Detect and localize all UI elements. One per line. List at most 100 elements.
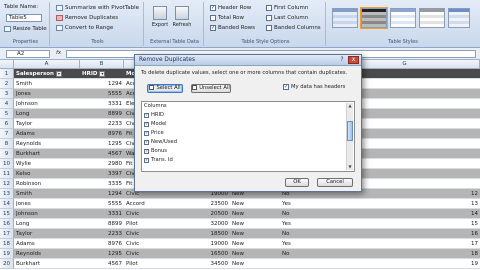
table-cell[interactable]: Pilot (126, 259, 178, 269)
column-checkbox-item[interactable]: ✓ Bonus (144, 147, 167, 155)
columns-scrollbar[interactable]: ▲ ▼ (346, 103, 353, 170)
table-cell[interactable]: Long (16, 109, 78, 119)
table-style-swatch[interactable] (448, 8, 470, 28)
unselect-all-button[interactable]: Unselect All (191, 84, 231, 93)
table-cell[interactable]: New (232, 239, 278, 249)
table-cell[interactable]: 1295 (82, 249, 122, 259)
my-data-has-headers-checkbox[interactable]: ✓ My data has headers (283, 84, 345, 90)
table-cell[interactable]: 4567 (82, 259, 122, 269)
table-cell[interactable]: Smith (16, 79, 78, 89)
table-cell[interactable]: New (232, 219, 278, 229)
table-cell[interactable]: Yes (282, 199, 328, 209)
table-cell[interactable]: 8899 (82, 109, 122, 119)
table-cell[interactable]: New (232, 199, 278, 209)
remove-duplicates-button[interactable]: Remove Duplicates (56, 15, 118, 21)
table-cell[interactable]: Johnson (16, 209, 78, 219)
table-cell[interactable]: Adams (16, 129, 78, 139)
table-cell[interactable]: Robinson (16, 179, 78, 189)
header-cell[interactable]: Salesperson ▾ (16, 69, 78, 79)
table-cell[interactable]: Burkhart (16, 149, 78, 159)
table-cell[interactable]: 1294 (82, 79, 122, 89)
table-cell[interactable]: 16500 (182, 249, 229, 259)
table-cell[interactable]: 23500 (182, 199, 229, 209)
table-style-swatch[interactable] (390, 8, 416, 28)
convert-range-button[interactable]: Convert to Range (56, 25, 113, 31)
table-cell[interactable]: 2233 (82, 229, 122, 239)
scroll-thumb[interactable] (347, 121, 353, 141)
table-cell[interactable]: 4567 (82, 149, 122, 159)
table-style-swatch[interactable] (419, 8, 445, 28)
banded-rows-checkbox[interactable]: ✓ Banded Rows (210, 25, 255, 31)
table-cell[interactable]: Taylor (16, 119, 78, 129)
table-cell[interactable]: 3331 (82, 209, 122, 219)
scroll-down-icon[interactable]: ▼ (347, 164, 353, 170)
close-icon[interactable]: x (348, 56, 359, 64)
table-cell[interactable]: 2233 (82, 119, 122, 129)
column-header[interactable]: A (14, 60, 80, 69)
refresh-button[interactable]: Refresh (172, 6, 192, 36)
table-cell[interactable]: Wylie (16, 159, 78, 169)
last-column-checkbox[interactable]: Last Column (266, 15, 308, 21)
column-checkbox-item[interactable]: ✓ HRID (144, 111, 164, 119)
table-cell[interactable]: Civic (126, 229, 178, 239)
row-header[interactable]: 13 (0, 189, 14, 199)
table-cell[interactable]: No (282, 209, 328, 219)
table-cell[interactable]: Yes (282, 219, 328, 229)
table-cell[interactable]: New (232, 209, 278, 219)
table-cell[interactable]: Kelso (16, 169, 78, 179)
fx-icon[interactable]: fx (56, 50, 61, 56)
total-row-checkbox[interactable]: Total Row (210, 15, 244, 21)
filter-dropdown-icon[interactable]: ▾ (99, 70, 106, 77)
column-checkbox-item[interactable]: ✓ Model (144, 120, 167, 128)
row-header[interactable]: 2 (0, 79, 14, 89)
scroll-up-icon[interactable]: ▲ (347, 103, 353, 109)
table-cell[interactable]: Accord (126, 199, 178, 209)
row-header[interactable]: 7 (0, 129, 14, 139)
table-cell[interactable]: 18500 (182, 229, 229, 239)
header-cell[interactable]: HRID ▾ (82, 69, 122, 79)
table-cell[interactable]: Civic (126, 239, 178, 249)
table-style-swatch[interactable] (332, 8, 358, 28)
table-cell[interactable]: No (282, 249, 328, 259)
export-button[interactable]: Export (150, 6, 170, 36)
ok-button[interactable]: OK (285, 178, 309, 187)
table-cell[interactable]: 19 (332, 259, 478, 269)
table-cell[interactable]: Jones (16, 199, 78, 209)
row-header[interactable]: 12 (0, 179, 14, 189)
help-icon[interactable]: ? (338, 56, 346, 64)
table-cell[interactable]: Smith (16, 189, 78, 199)
table-cell[interactable]: Johnson (16, 99, 78, 109)
table-style-swatch-selected[interactable] (360, 7, 388, 29)
resize-table-button[interactable]: Resize Table (4, 26, 47, 32)
table-name-input[interactable]: Table5 (6, 14, 42, 22)
table-cell[interactable]: No (282, 229, 328, 239)
column-checkbox-item[interactable]: ✓ Trans. Id (144, 156, 173, 164)
columns-list[interactable]: Columns ✓ HRID ✓ Model ✓ Price ✓ New/Used ✓ Bonus… (141, 101, 355, 172)
banded-columns-checkbox[interactable]: Banded Columns (266, 25, 321, 31)
table-cell[interactable]: 8976 (82, 239, 122, 249)
table-cell[interactable]: Adams (16, 239, 78, 249)
table-cell[interactable]: New (232, 249, 278, 259)
row-header[interactable]: 5 (0, 109, 14, 119)
table-cell[interactable] (282, 259, 328, 269)
table-cell[interactable]: Burkhart (16, 259, 78, 269)
row-header[interactable]: 18 (0, 239, 14, 249)
table-cell[interactable]: Pilot (126, 219, 178, 229)
name-box[interactable]: A2 (6, 50, 50, 58)
table-cell[interactable]: 16 (332, 229, 478, 239)
table-cell[interactable]: 8976 (82, 129, 122, 139)
table-cell[interactable]: Yes (282, 239, 328, 249)
table-cell[interactable]: 2980 (82, 159, 122, 169)
table-cell[interactable]: 34500 (182, 259, 229, 269)
table-cell[interactable]: 20500 (182, 209, 229, 219)
first-column-checkbox[interactable]: First Column (266, 5, 308, 11)
table-cell[interactable]: 18 (332, 249, 478, 259)
cancel-button[interactable]: Cancel (317, 178, 353, 187)
row-header[interactable]: 14 (0, 199, 14, 209)
row-header[interactable]: 17 (0, 229, 14, 239)
row-header[interactable]: 16 (0, 219, 14, 229)
table-cell[interactable]: New (232, 229, 278, 239)
row-header[interactable]: 8 (0, 139, 14, 149)
table-cell[interactable]: 3335 (82, 179, 122, 189)
header-row-checkbox[interactable]: ✓ Header Row (210, 5, 251, 11)
